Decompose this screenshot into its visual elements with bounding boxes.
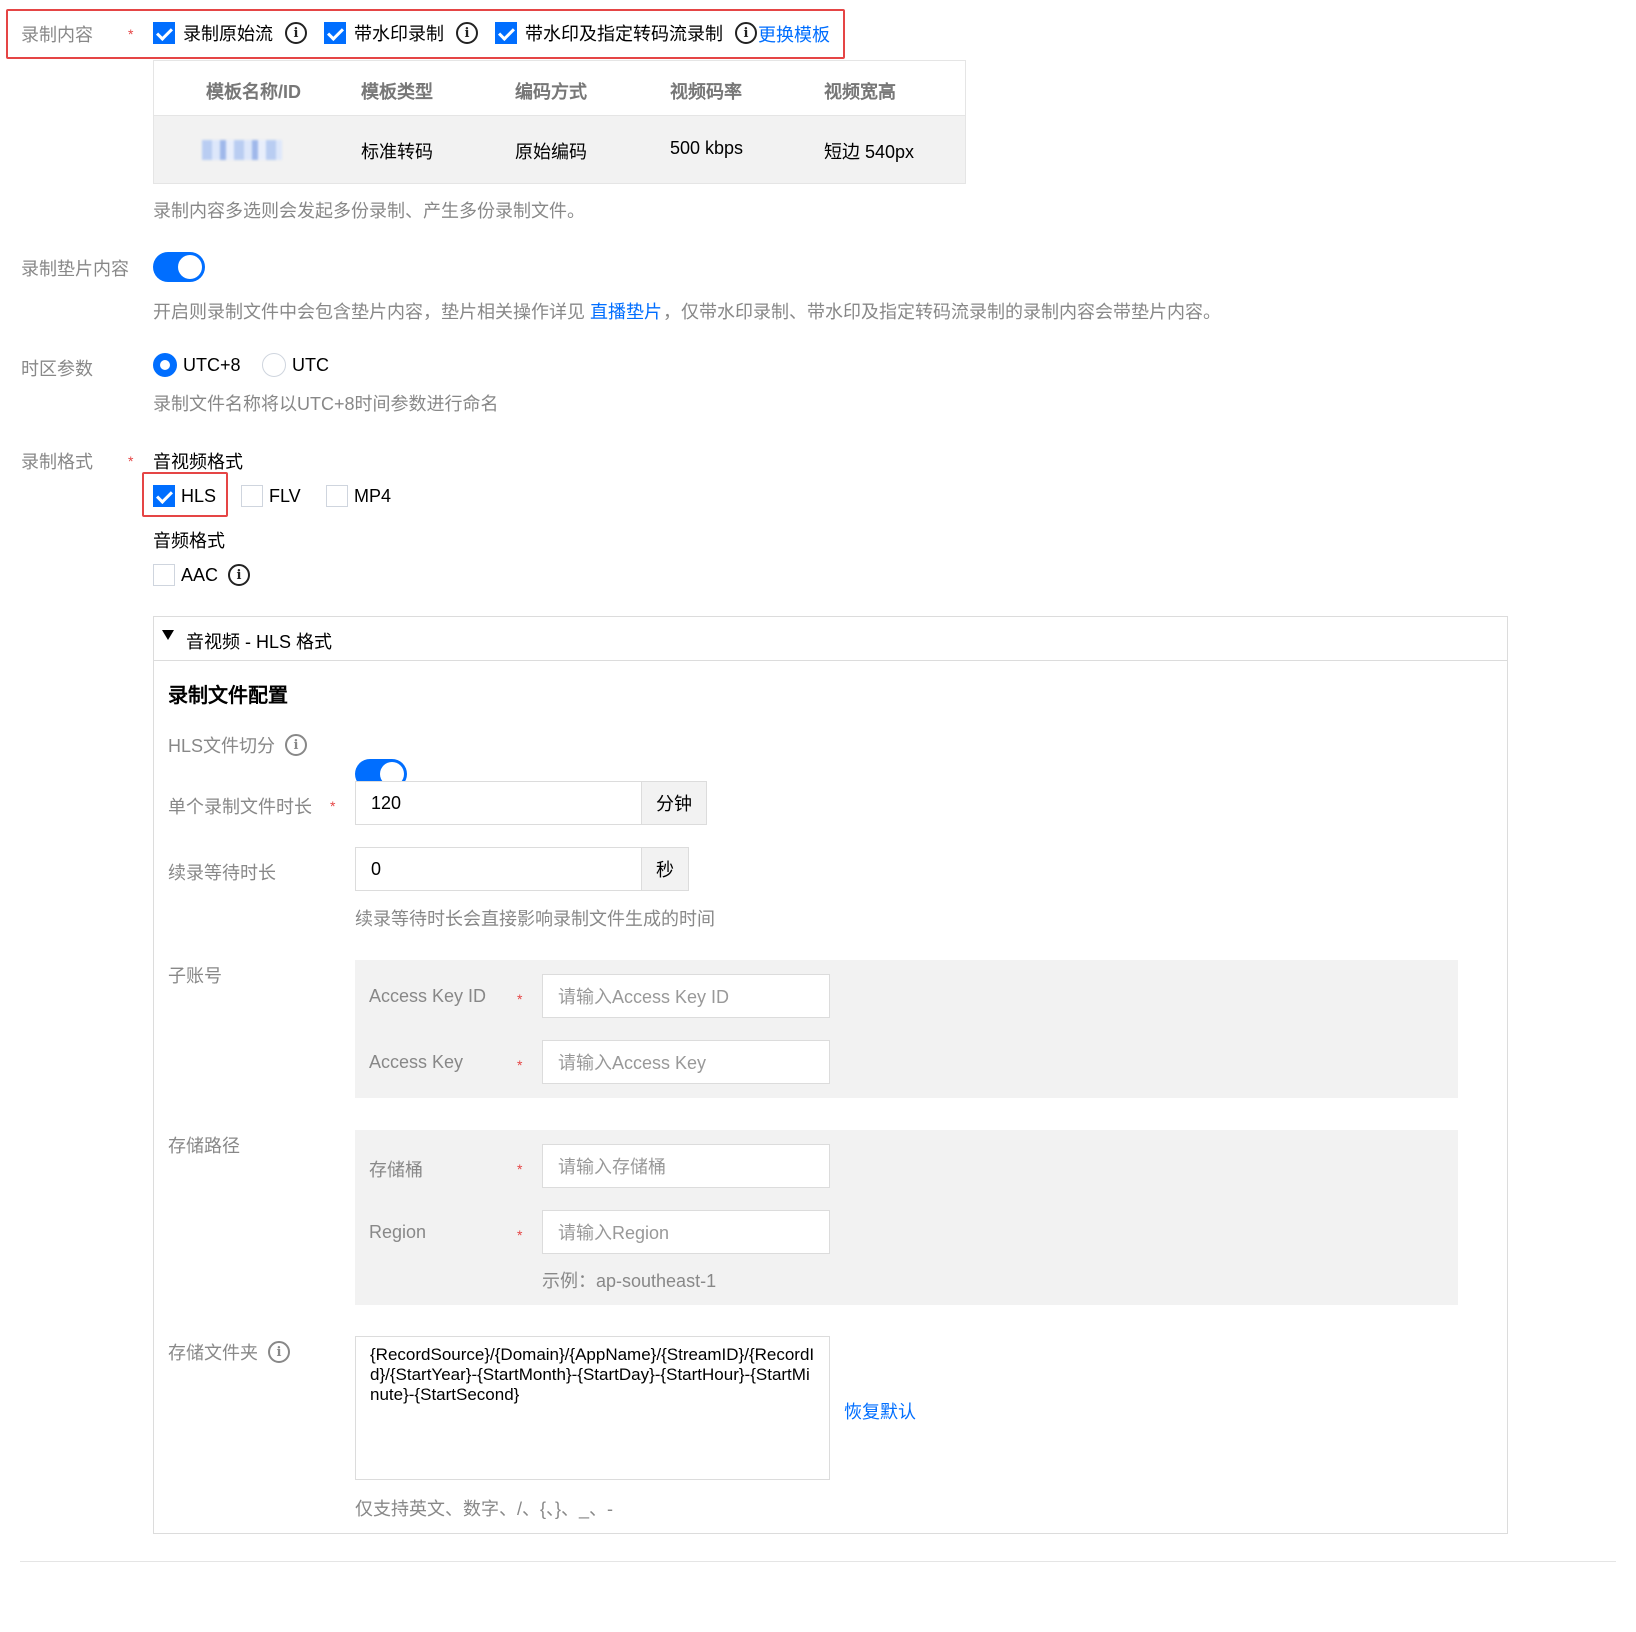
slate-hint-text-2: ，仅带水印录制、带水印及指定转码流录制的录制内容会带垫片内容。: [663, 302, 1222, 322]
radio-label: UTC+8: [183, 354, 241, 375]
storage-folder-label: 存储文件夹 i: [168, 1339, 290, 1365]
slate-hint: 开启则录制文件中会包含垫片内容，垫片相关操作详见 直播垫片 ，仅带水印录制、带水…: [153, 298, 1221, 324]
checkbox-icon[interactable]: [153, 564, 175, 586]
required-mark: *: [517, 1057, 523, 1073]
wait-hint: 续录等待时长会直接影响录制文件生成的时间: [355, 909, 715, 929]
section-title: 录制文件配置: [168, 685, 288, 707]
checkbox-icon[interactable]: [153, 485, 175, 507]
table-cell: 500 kbps: [670, 138, 744, 158]
record-content-label: 录制内容: [21, 25, 93, 45]
checkbox-label: 带水印录制: [354, 24, 444, 44]
column-header: 编码方式: [515, 82, 587, 102]
checkbox-icon[interactable]: [153, 22, 175, 44]
checkbox-icon[interactable]: [495, 22, 517, 44]
checkbox-label: MP4: [354, 485, 392, 506]
subaccount-label: 子账号: [168, 966, 222, 986]
hls-split-label: HLS文件切分 i: [168, 732, 308, 758]
av-format-title: 音视频格式: [153, 452, 243, 472]
column-header: 模板类型: [361, 82, 433, 102]
storage-path-label: 存储路径: [168, 1136, 240, 1156]
table-cell: 短边 540px: [824, 142, 915, 162]
checkbox-watermark-transcode[interactable]: 带水印及指定转码流录制 i: [495, 20, 757, 46]
slate-doc-link[interactable]: 直播垫片: [590, 302, 662, 322]
checkbox-label: AAC: [181, 564, 219, 585]
checkbox-original-stream[interactable]: 录制原始流 i: [153, 20, 307, 46]
bucket-input[interactable]: 请输入存储桶: [542, 1144, 830, 1188]
wait-unit: 秒: [641, 847, 689, 891]
radio-utc[interactable]: UTC: [262, 353, 329, 377]
required-mark: *: [517, 1227, 523, 1243]
table-row: 标准转码 原始编码 500 kbps 短边 540px: [154, 116, 965, 183]
storage-folder-text: 存储文件夹: [168, 1343, 258, 1363]
checkbox-label: FLV: [269, 485, 301, 506]
table-header: 模板名称/ID 模板类型 编码方式 视频码率 视频宽高: [154, 61, 965, 116]
subaccount-box: [355, 960, 1458, 1098]
column-header: 视频宽高: [824, 82, 896, 102]
divider: [20, 1561, 1616, 1562]
required-mark: *: [330, 798, 336, 814]
region-input[interactable]: 请输入Region: [542, 1210, 830, 1254]
table-cell: 标准转码: [361, 142, 433, 162]
info-icon[interactable]: i: [456, 22, 478, 44]
bucket-label: 存储桶: [369, 1160, 423, 1180]
change-template-link[interactable]: 更换模板: [758, 21, 830, 47]
radio-icon[interactable]: [153, 353, 177, 377]
info-icon[interactable]: i: [285, 734, 308, 756]
audio-format-title: 音频格式: [153, 531, 225, 551]
duration-label: 单个录制文件时长: [168, 797, 312, 817]
duration-unit: 分钟: [641, 781, 707, 825]
required-mark: *: [128, 26, 134, 42]
timezone-label: 时区参数: [21, 359, 93, 379]
hls-panel-header[interactable]: 音视频 - HLS 格式: [154, 617, 1507, 661]
access-key-id-label: Access Key ID: [369, 986, 487, 1006]
duration-input[interactable]: 120: [355, 781, 642, 825]
wait-input[interactable]: 0: [355, 847, 642, 891]
restore-default-link[interactable]: 恢复默认: [844, 1398, 916, 1424]
timezone-hint: 录制文件名称将以UTC+8时间参数进行命名: [153, 394, 499, 414]
checkbox-mp4[interactable]: MP4: [326, 485, 391, 507]
access-key-id-input[interactable]: 请输入Access Key ID: [542, 974, 830, 1018]
required-mark: *: [517, 991, 523, 1007]
record-content-hint: 录制内容多选则会发起多份录制、产生多份录制文件。: [153, 201, 585, 221]
caret-down-icon[interactable]: [162, 630, 174, 640]
required-mark: *: [128, 453, 134, 469]
radio-label: UTC: [292, 354, 329, 375]
checkbox-flv[interactable]: FLV: [241, 485, 301, 507]
slate-label: 录制垫片内容: [21, 259, 129, 279]
info-icon[interactable]: i: [268, 1341, 290, 1363]
region-example: 示例：ap-southeast-1: [542, 1271, 717, 1291]
checkbox-label: 录制原始流: [183, 24, 273, 44]
checkbox-icon[interactable]: [326, 485, 348, 507]
info-icon[interactable]: i: [228, 564, 251, 586]
checkbox-label: HLS: [181, 485, 217, 506]
storage-path-box: [355, 1130, 1458, 1305]
checkbox-hls[interactable]: HLS: [153, 485, 216, 507]
required-mark: *: [517, 1161, 523, 1177]
record-format-label: 录制格式: [21, 452, 93, 472]
checkbox-watermark[interactable]: 带水印录制 i: [324, 20, 478, 46]
table-cell: 原始编码: [515, 142, 587, 162]
region-label: Region: [369, 1222, 427, 1242]
column-header: 模板名称/ID: [206, 82, 302, 102]
folder-hint: 仅支持英文、数字、/、{、}、_、-: [355, 1499, 614, 1519]
checkbox-label: 带水印及指定转码流录制: [525, 24, 723, 44]
checkbox-icon[interactable]: [324, 22, 346, 44]
checkbox-aac[interactable]: AAC i: [153, 564, 251, 586]
hls-panel-title: 音视频 - HLS 格式: [186, 632, 333, 652]
access-key-label: Access Key: [369, 1052, 464, 1072]
access-key-input[interactable]: 请输入Access Key: [542, 1040, 830, 1084]
checkbox-icon[interactable]: [241, 485, 263, 507]
hls-split-text: HLS文件切分: [168, 736, 276, 756]
wait-label: 续录等待时长: [168, 863, 276, 883]
slate-hint-text: 开启则录制文件中会包含垫片内容，垫片相关操作详见: [153, 302, 585, 322]
info-icon[interactable]: i: [285, 22, 307, 44]
slate-toggle[interactable]: [153, 252, 205, 282]
column-header: 视频码率: [670, 82, 742, 102]
redacted-template-id: [202, 140, 282, 160]
radio-utc8[interactable]: UTC+8: [153, 353, 241, 377]
template-table: 模板名称/ID 模板类型 编码方式 视频码率 视频宽高 标准转码 原始编码 50…: [153, 60, 966, 184]
info-icon[interactable]: i: [735, 22, 757, 44]
radio-icon[interactable]: [262, 353, 286, 377]
storage-folder-textarea[interactable]: {RecordSource}/{Domain}/{AppName}/{Strea…: [355, 1336, 830, 1480]
